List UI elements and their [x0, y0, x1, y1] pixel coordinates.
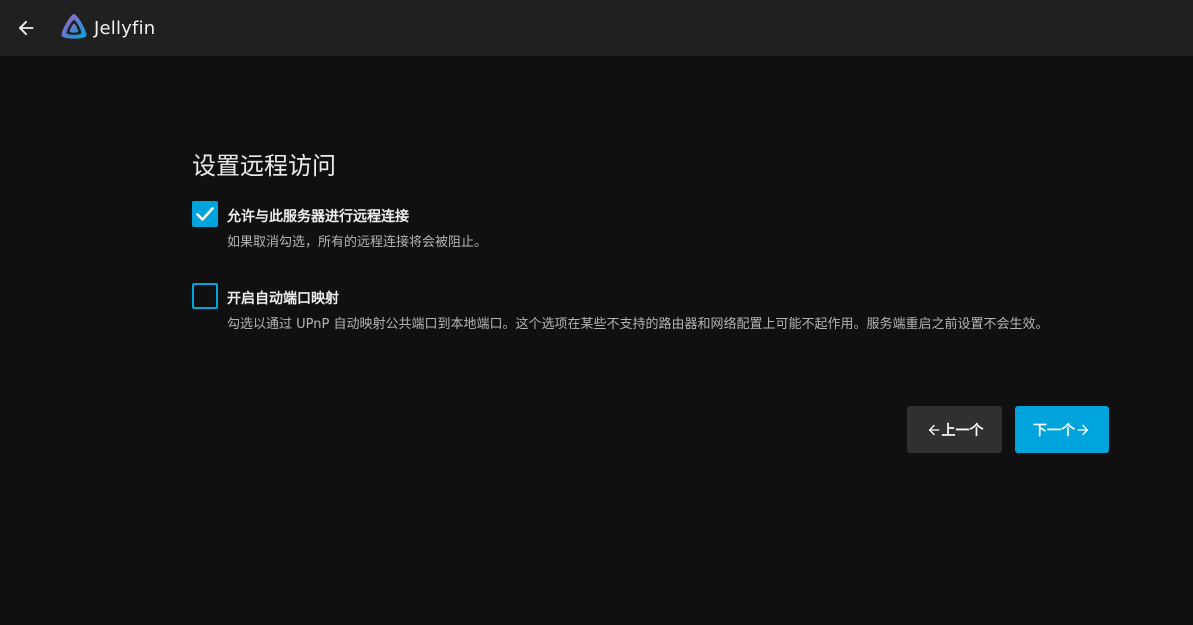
page-title: 设置远程访问: [192, 152, 336, 180]
checkmark-icon: [196, 207, 214, 221]
back-button[interactable]: [12, 14, 40, 42]
auto-port-mapping-description: 勾选以通过 UPnP 自动映射公共端口到本地端口。这个选项在某些不支持的路由器和…: [227, 317, 1049, 332]
next-button[interactable]: 下一个: [1015, 406, 1109, 453]
allow-remote-label[interactable]: 允许与此服务器进行远程连接: [227, 206, 409, 226]
allow-remote-checkbox[interactable]: [192, 201, 218, 227]
allow-remote-description: 如果取消勾选，所有的远程连接将会被阻止。: [227, 235, 488, 250]
app-name: Jellyfin: [94, 17, 156, 39]
auto-port-mapping-label[interactable]: 开启自动端口映射: [227, 288, 339, 308]
previous-button[interactable]: 上一个: [907, 406, 1002, 453]
app-header: Jellyfin: [0, 0, 1193, 56]
arrow-right-icon: [1077, 424, 1089, 435]
jellyfin-logo-icon: [61, 14, 87, 39]
next-button-label: 下一个: [1033, 422, 1075, 439]
app-logo[interactable]: Jellyfin: [58, 12, 155, 44]
auto-port-mapping-checkbox[interactable]: [192, 283, 218, 309]
arrow-left-icon: [928, 424, 939, 435]
previous-button-label: 上一个: [941, 422, 984, 439]
arrow-left-icon: [18, 20, 34, 36]
